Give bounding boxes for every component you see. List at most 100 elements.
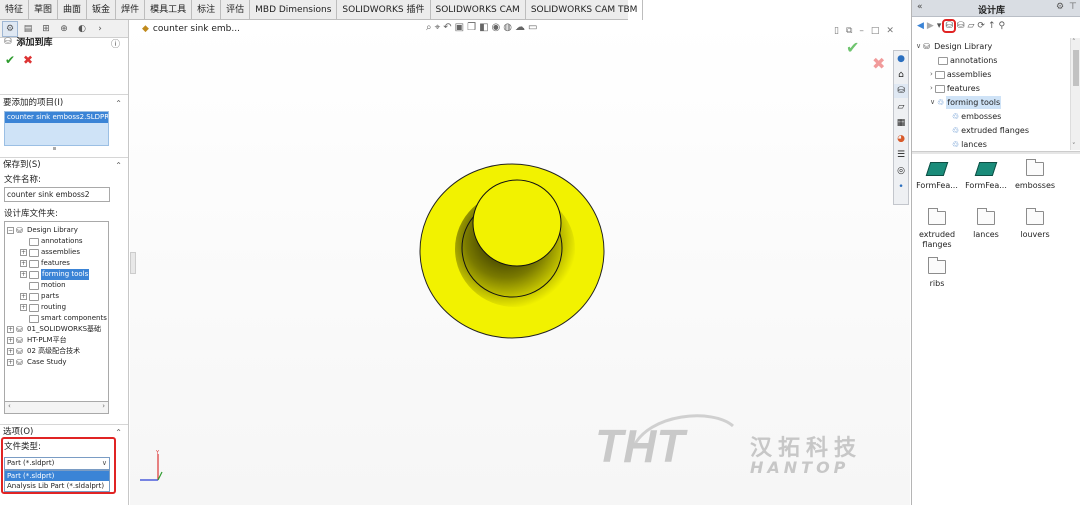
close-icon[interactable]: ✕ bbox=[886, 26, 894, 36]
library-tile-folder[interactable]: extruded flanges bbox=[914, 208, 960, 250]
view-orientation-icon[interactable]: ❒ bbox=[467, 22, 476, 33]
library-tile-forming-tool[interactable]: FormFea... bbox=[963, 162, 1009, 191]
expand-icon[interactable]: + bbox=[7, 337, 14, 344]
tree-item[interactable]: + ⛁ Case Study bbox=[7, 357, 67, 368]
ok-checkmark-icon[interactable]: ✔ bbox=[5, 53, 15, 67]
tree-item[interactable]: − ⛁ Design Library bbox=[7, 225, 78, 236]
toolbox-icon[interactable]: ⚲ bbox=[998, 21, 1005, 31]
collapse-chevron-icon[interactable]: ⌃ bbox=[115, 159, 122, 172]
edit-appearance-icon[interactable]: ◍ bbox=[503, 22, 512, 33]
display-manager-icon[interactable]: ◐ bbox=[74, 21, 90, 37]
file-type-option[interactable]: Part (*.sldprt) bbox=[5, 471, 109, 481]
cancel-x-icon[interactable]: ✖ bbox=[23, 53, 33, 67]
counter-sink-emboss-model[interactable] bbox=[419, 163, 605, 339]
appearances-icon[interactable]: ◕ bbox=[894, 132, 908, 146]
collapse-caret-icon[interactable]: ∨ bbox=[916, 40, 921, 53]
tab-features[interactable]: 特征 bbox=[0, 0, 30, 20]
file-type-dropdown[interactable]: Part (*.sldprt) ∨ bbox=[4, 457, 110, 470]
tree-item[interactable]: ♲ embosses bbox=[952, 110, 1001, 123]
collapse-caret-icon[interactable]: ∨ bbox=[930, 96, 935, 109]
tree-item[interactable]: ♲ extruded flanges bbox=[952, 124, 1029, 137]
scroll-thumb[interactable] bbox=[1073, 50, 1079, 86]
library-tile-folder[interactable]: embosses bbox=[1012, 159, 1058, 191]
tree-item[interactable]: motion bbox=[29, 280, 66, 291]
tree-item[interactable]: smart components bbox=[29, 313, 107, 324]
add-to-library-icon[interactable]: ⛁ bbox=[942, 19, 956, 33]
tab-mold-tools[interactable]: 模具工具 bbox=[145, 0, 193, 20]
tab-annotation[interactable]: 标注 bbox=[192, 0, 222, 20]
tree-item-selected[interactable]: ∨ ♲ forming tools bbox=[930, 96, 1002, 109]
zoom-to-fit-icon[interactable]: ⌕ bbox=[426, 22, 432, 33]
tab-solidworks-cam-tbm[interactable]: SOLIDWORKS CAM TBM bbox=[526, 0, 644, 20]
tab-evaluate[interactable]: 评估 bbox=[221, 0, 251, 20]
section-view-icon[interactable]: ▣ bbox=[455, 22, 464, 33]
tree-item[interactable]: › assemblies bbox=[930, 68, 991, 81]
scroll-down-icon[interactable]: ˅ bbox=[1072, 142, 1076, 150]
maximize-icon[interactable]: □ bbox=[871, 26, 880, 36]
minimize-icon[interactable]: – bbox=[859, 26, 864, 36]
collapse-chevron-icon[interactable]: ⌃ bbox=[115, 426, 122, 439]
view-settings-icon[interactable]: ▭ bbox=[528, 22, 537, 33]
library-tile-forming-tool[interactable]: FormFea... bbox=[914, 162, 960, 191]
gear-icon[interactable]: ⚙ bbox=[1056, 2, 1064, 12]
solidworks-forum-icon[interactable]: ◎ bbox=[894, 164, 908, 178]
tree-vertical-scrollbar[interactable]: ˄ ˅ bbox=[1070, 38, 1080, 150]
expand-icon[interactable]: + bbox=[20, 271, 27, 278]
expand-caret-icon[interactable]: › bbox=[930, 68, 933, 81]
design-library-icon[interactable]: ⛁ bbox=[894, 84, 908, 98]
display-style-icon[interactable]: ◧ bbox=[479, 22, 488, 33]
tree-item[interactable]: + routing bbox=[20, 302, 66, 313]
window-restore-small-icon[interactable]: ▯ bbox=[834, 26, 839, 36]
custom-properties-icon[interactable]: ☰ bbox=[894, 148, 908, 162]
back-icon[interactable]: ◀ bbox=[917, 21, 924, 31]
refresh-icon[interactable]: ⟳ bbox=[977, 21, 985, 31]
collapse-icon[interactable]: − bbox=[7, 227, 14, 234]
tree-item[interactable]: ♲ lances bbox=[952, 138, 987, 150]
library-tile-folder[interactable]: lances bbox=[963, 208, 1009, 240]
items-to-add-listbox[interactable]: counter sink emboss2.SLDPRT bbox=[4, 111, 109, 146]
dimxpert-icon[interactable]: ⊕ bbox=[56, 21, 72, 37]
expand-caret-icon[interactable]: › bbox=[930, 82, 933, 95]
scroll-right-icon[interactable]: › bbox=[102, 402, 105, 410]
expand-icon[interactable]: + bbox=[7, 348, 14, 355]
previous-view-icon[interactable]: ↶ bbox=[443, 22, 451, 33]
collapse-chevron-icon[interactable]: ⌃ bbox=[115, 97, 122, 110]
graphics-area[interactable]: ◆ counter sink emb... ⌕ ⌖ ↶ ▣ ❒ ◧ ◉ ◍ ☁ … bbox=[130, 20, 910, 505]
tree-item[interactable]: + features bbox=[20, 258, 70, 269]
tab-surfaces[interactable]: 曲面 bbox=[58, 0, 88, 20]
library-tile-folder[interactable]: ribs bbox=[914, 257, 960, 289]
hide-show-icon[interactable]: ◉ bbox=[492, 22, 501, 33]
items-selected-entry[interactable]: counter sink emboss2.SLDPRT bbox=[5, 112, 108, 123]
tree-item[interactable]: + assemblies bbox=[20, 247, 80, 258]
up-one-level-icon[interactable]: ↑ bbox=[988, 21, 996, 31]
tree-item[interactable]: + ⛁ HT-PLM平台 bbox=[7, 335, 67, 346]
file-explorer-icon[interactable]: ▱ bbox=[894, 100, 908, 114]
tree-item[interactable]: › features bbox=[930, 82, 980, 95]
view-palette-icon[interactable]: ▦ bbox=[894, 116, 908, 130]
plm-icon[interactable]: • bbox=[894, 180, 908, 194]
tree-item-selected[interactable]: + forming tools bbox=[20, 269, 90, 280]
save-to-section-header[interactable]: 保存到(S) ⌃ bbox=[0, 159, 128, 172]
tab-solidworks-cam[interactable]: SOLIDWORKS CAM bbox=[431, 0, 526, 20]
tree-item[interactable]: + parts bbox=[20, 291, 59, 302]
scroll-up-icon[interactable]: ˄ bbox=[1072, 38, 1076, 46]
tree-item[interactable]: + ⛁ 01_SOLIDWORKS基础 bbox=[7, 324, 101, 335]
apply-scene-icon[interactable]: ☁ bbox=[515, 22, 525, 33]
tab-sketch[interactable]: 草图 bbox=[29, 0, 59, 20]
tree-horizontal-scrollbar[interactable]: ‹ › bbox=[4, 402, 109, 414]
add-file-location-icon[interactable]: ⛁ bbox=[957, 21, 965, 31]
tab-weldments[interactable]: 焊件 bbox=[116, 0, 146, 20]
design-library-tree[interactable]: ∨ ⛁ Design Library annotations › assemblies… bbox=[912, 38, 1070, 150]
home-icon[interactable]: ⌂ bbox=[894, 68, 908, 82]
expand-icon[interactable]: + bbox=[20, 249, 27, 256]
library-tile-folder[interactable]: louvers bbox=[1012, 208, 1058, 240]
expand-icon[interactable]: + bbox=[7, 359, 14, 366]
scroll-left-icon[interactable]: ‹ bbox=[8, 402, 11, 410]
tree-item[interactable]: + ⛁ 02 高级配合技术 bbox=[7, 346, 80, 357]
tree-item[interactable]: ∨ ⛁ Design Library bbox=[916, 40, 992, 53]
collapse-panel-handle[interactable] bbox=[130, 252, 136, 274]
expand-icon[interactable]: + bbox=[7, 326, 14, 333]
collapse-panel-icon[interactable]: « bbox=[917, 2, 923, 12]
expand-icon[interactable]: + bbox=[20, 260, 27, 267]
tab-solidworks-addins[interactable]: SOLIDWORKS 插件 bbox=[337, 0, 431, 20]
